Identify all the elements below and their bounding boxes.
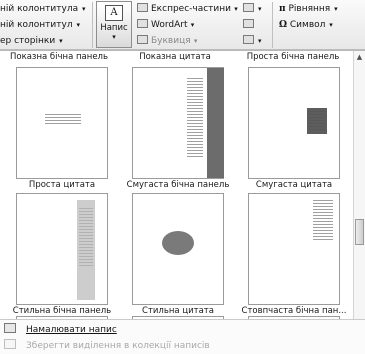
gallery-caption: Проста бічна панель	[246, 52, 340, 62]
gallery-caption: Стильна цитата	[142, 306, 214, 316]
gallery-caption: Показна цитата	[139, 52, 211, 62]
gallery-item-striped-sidebar[interactable]	[132, 67, 224, 179]
header-button[interactable]: ній колонтитула ▾	[0, 3, 86, 15]
date-time-icon	[243, 19, 254, 28]
chevron-down-icon: ▾	[258, 37, 262, 45]
oval-quote-preview	[162, 231, 194, 255]
omega-icon: Ω	[279, 20, 288, 30]
save-selection-item[interactable]: Зберегти виділення в колекції написів	[4, 339, 210, 353]
footer-label: ній колонтитул	[0, 20, 73, 30]
column-lines-preview	[313, 200, 333, 242]
sidebar-stripe-preview	[207, 68, 224, 178]
gallery-item-stylish-quote[interactable]	[132, 193, 224, 305]
gallery-item-column-sidebar[interactable]	[248, 193, 340, 305]
sidebar-lines-preview	[187, 78, 203, 158]
text-box-icon: A	[105, 5, 123, 21]
gallery-caption: Смугаста бічна панель	[126, 180, 230, 190]
text-box-dropdown-window: ній колонтитула ▾ ній колонтитул ▾ ер ст…	[0, 0, 365, 354]
quick-parts-label: Експрес-частини	[151, 4, 232, 14]
chevron-down-icon: ▾	[232, 5, 238, 13]
page-number-label: ер сторінки	[0, 36, 56, 46]
symbol-label: Символ	[289, 20, 326, 30]
object-button[interactable]: ▾	[243, 35, 262, 47]
ribbon-insert-tab: ній колонтитула ▾ ній колонтитул ▾ ер ст…	[0, 0, 365, 50]
footer-button[interactable]: ній колонтитул ▾	[0, 19, 80, 31]
gallery-caption: Стовпчаста бічна пан...	[241, 306, 347, 316]
chevron-down-icon: ▾	[191, 37, 198, 45]
symbol-button[interactable]: Ω Символ ▾	[279, 19, 333, 31]
gallery-scrollbar[interactable]: ▲	[353, 51, 365, 319]
gallery-caption: Стильна бічна панель	[12, 306, 112, 316]
save-selection-label: Зберегти виділення в колекції написів	[26, 341, 210, 351]
scrollbar-thumb[interactable]	[355, 219, 364, 245]
chevron-down-icon: ▾	[76, 21, 80, 29]
equation-label: Рівняння	[288, 4, 331, 14]
dropcap-button[interactable]: Буквиця ▾	[137, 35, 197, 47]
signature-line-icon	[243, 3, 254, 12]
gallery-item-striped-quote[interactable]	[248, 67, 340, 179]
chevron-down-icon: ▾	[329, 21, 333, 29]
dropcap-icon	[137, 35, 148, 44]
scroll-up-icon[interactable]: ▲	[355, 52, 364, 62]
page-number-button[interactable]: ер сторінки ▾	[0, 35, 63, 47]
chevron-down-icon: ▾	[59, 37, 63, 45]
draw-text-box-item[interactable]: Намалювати напис	[4, 323, 117, 337]
wordart-label: WordArt	[151, 20, 188, 30]
equation-button[interactable]: π Рівняння ▾	[279, 3, 338, 15]
quick-parts-icon	[137, 3, 148, 12]
draw-text-box-icon	[4, 323, 16, 333]
quick-parts-button[interactable]: Експрес-частини ▾	[137, 3, 238, 15]
chevron-down-icon: ▾	[112, 33, 116, 41]
save-selection-icon	[4, 339, 16, 349]
header-label: ній колонтитула	[0, 4, 79, 14]
gallery-caption: Проста цитата	[28, 180, 96, 190]
gallery-item-simple-quote[interactable]	[16, 67, 108, 179]
text-box-gallery: Показна бічна панель Показна цитата Прос…	[0, 50, 365, 354]
wordart-button[interactable]: WordArt ▾	[137, 19, 194, 31]
gallery-caption: Смугаста цитата	[255, 180, 333, 190]
wordart-icon	[137, 19, 148, 28]
date-time-button[interactable]	[243, 19, 257, 31]
gallery-caption: Показна бічна панель	[9, 52, 108, 62]
object-icon	[243, 35, 254, 44]
signature-line-button[interactable]: ▾	[243, 3, 262, 15]
chevron-down-icon: ▾	[334, 5, 338, 13]
quote-lines-preview	[309, 111, 325, 131]
text-box-label: Напис	[100, 23, 128, 33]
dropcap-label: Буквиця	[151, 36, 191, 46]
sidebar-lines-preview	[79, 208, 93, 268]
draw-text-box-label: Намалювати напис	[26, 325, 117, 335]
pi-icon: π	[279, 4, 286, 14]
text-box-button[interactable]: A Напис ▾	[96, 1, 132, 48]
gallery-item-stylish-sidebar[interactable]	[16, 193, 108, 305]
group-divider	[92, 2, 93, 48]
chevron-down-icon: ▾	[258, 5, 262, 13]
group-divider	[272, 2, 273, 48]
quote-lines-preview	[45, 114, 81, 126]
chevron-down-icon: ▾	[81, 5, 86, 13]
gallery-footer: Намалювати напис Зберегти виділення в ко…	[0, 319, 365, 354]
chevron-down-icon: ▾	[188, 21, 195, 29]
